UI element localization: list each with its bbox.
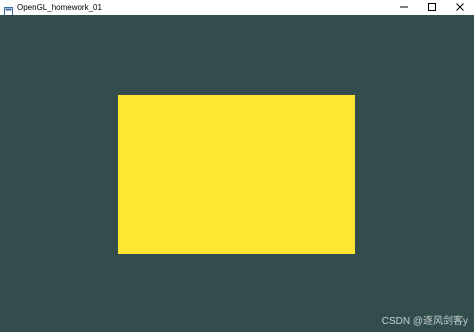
title-bar[interactable]: OpenGL_homework_01 bbox=[0, 0, 474, 16]
window-title: OpenGL_homework_01 bbox=[17, 3, 102, 12]
maximize-button[interactable] bbox=[418, 0, 446, 15]
opengl-window: OpenGL_homework_01 CSDN @逐风剑客y bbox=[0, 0, 474, 332]
minimize-button[interactable] bbox=[390, 0, 418, 15]
yellow-rectangle bbox=[118, 95, 355, 254]
app-icon bbox=[4, 3, 13, 16]
close-button[interactable] bbox=[446, 0, 474, 15]
watermark: CSDN @逐风剑客y bbox=[381, 316, 468, 327]
render-viewport[interactable]: CSDN @逐风剑客y bbox=[0, 15, 474, 332]
